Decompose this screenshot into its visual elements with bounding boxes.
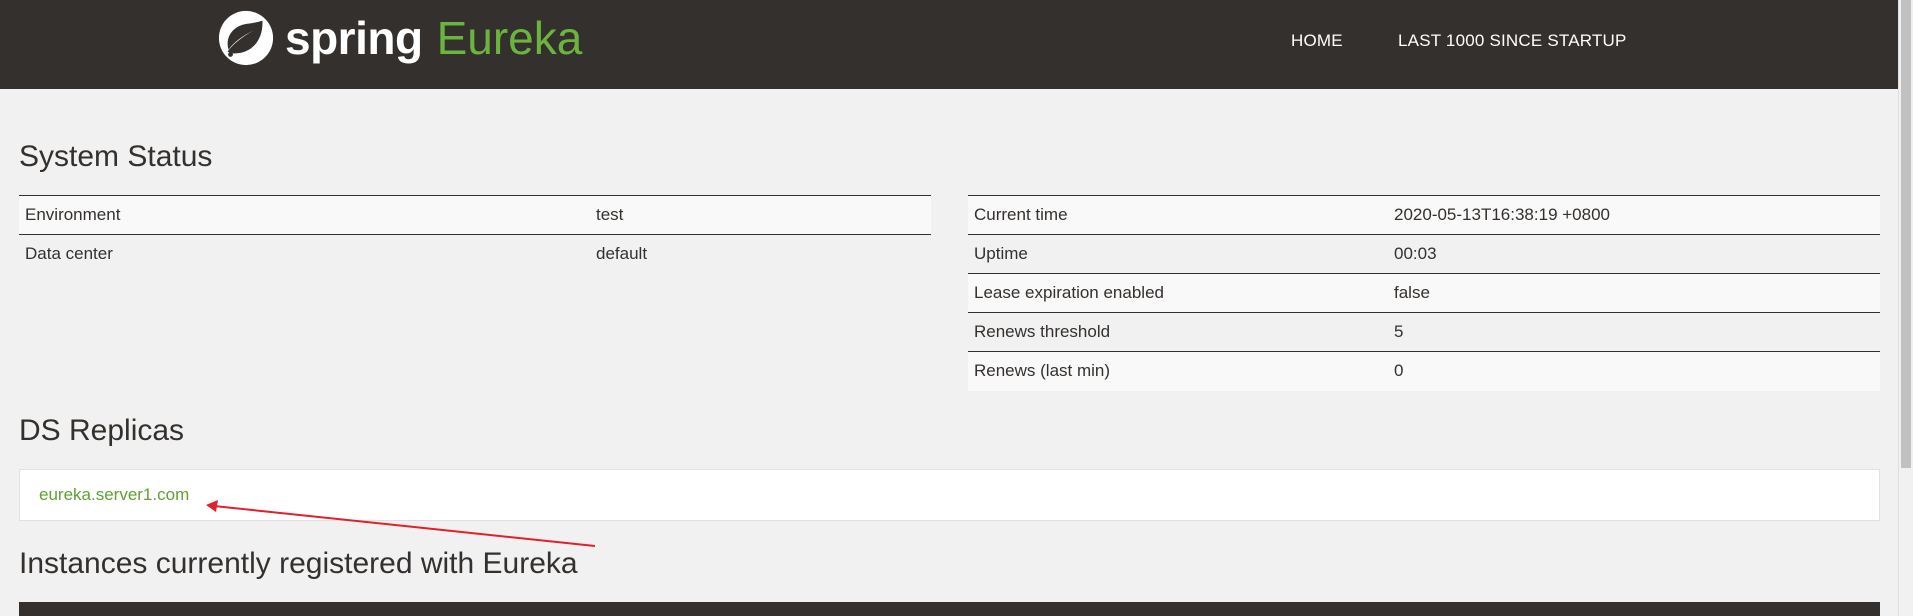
row-label-renews-threshold: Renews threshold: [968, 312, 1388, 352]
row-value-renews-threshold: 5: [1388, 312, 1880, 352]
top-navbar: spring Eureka HOME LAST 1000 SINCE START…: [0, 0, 1898, 89]
system-status-left-table: Environment test Data center default: [19, 195, 931, 274]
row-label-current-time: Current time: [968, 195, 1388, 235]
table-row: Renews threshold 5: [968, 312, 1880, 352]
scrollbar-thumb[interactable]: [1901, 0, 1911, 468]
row-value-renews-last-min: 0: [1388, 351, 1880, 391]
brand-eureka-text: Eureka: [436, 12, 583, 64]
table-row: Lease expiration enabled false: [968, 273, 1880, 313]
instances-table-header: [19, 602, 1880, 616]
nav-home-link[interactable]: HOME: [1291, 31, 1343, 51]
table-row: Current time 2020-05-13T16:38:19 +0800: [968, 195, 1880, 235]
table-row: Environment test: [19, 195, 931, 235]
page-scrollbar[interactable]: [1898, 0, 1913, 616]
row-label-uptime: Uptime: [968, 234, 1388, 274]
row-value-uptime: 00:03: [1388, 234, 1880, 274]
ds-replicas-list: eureka.server1.com: [19, 469, 1880, 521]
table-row: Data center default: [19, 234, 931, 274]
instances-heading: Instances currently registered with Eure…: [19, 547, 578, 580]
brand-logo-link[interactable]: spring Eureka: [217, 8, 582, 68]
row-value-data-center: default: [590, 234, 931, 274]
row-label-environment: Environment: [19, 195, 590, 235]
table-row: Renews (last min) 0: [968, 351, 1880, 391]
row-label-renews-last-min: Renews (last min): [968, 351, 1388, 391]
system-status-heading: System Status: [19, 140, 213, 173]
row-label-lease-expiration: Lease expiration enabled: [968, 273, 1388, 313]
row-value-lease-expiration: false: [1388, 273, 1880, 313]
spring-leaf-icon: [218, 10, 274, 66]
row-value-current-time: 2020-05-13T16:38:19 +0800: [1388, 195, 1880, 235]
row-label-data-center: Data center: [19, 234, 590, 274]
replica-link-eureka-server1[interactable]: eureka.server1.com: [39, 485, 189, 505]
system-status-right-table: Current time 2020-05-13T16:38:19 +0800 U…: [968, 195, 1880, 391]
nav-last-1000-link[interactable]: LAST 1000 SINCE STARTUP: [1398, 31, 1627, 51]
ds-replicas-heading: DS Replicas: [19, 414, 185, 447]
row-value-environment: test: [590, 195, 931, 235]
table-row: Uptime 00:03: [968, 234, 1880, 274]
brand-spring-text: spring: [285, 12, 423, 64]
